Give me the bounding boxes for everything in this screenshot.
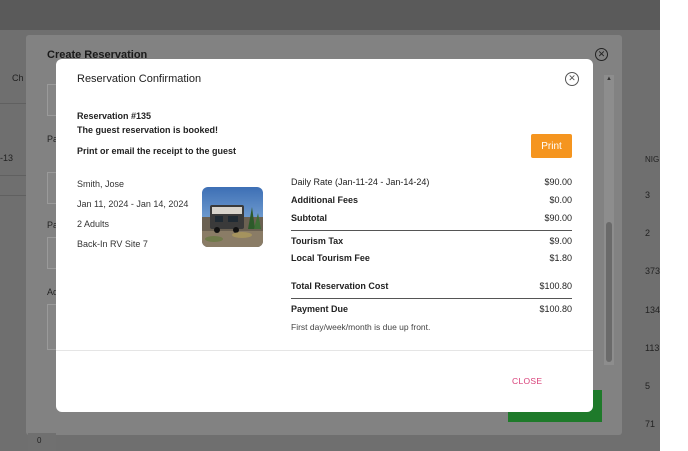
payment-due-value: $100.80 [539,304,572,314]
local-tourism-fee-value: $1.80 [549,253,572,263]
background-cell: 2 [645,228,651,238]
booked-message: The guest reservation is booked! [77,125,219,135]
subtotal-label: Subtotal [291,213,327,223]
additional-fees-value: $0.00 [549,195,572,205]
background-column-header: NIG [645,155,660,164]
guest-count: 2 Adults [77,219,110,229]
reservation-confirmation-modal: Reservation Confirmation ✕ Reservation #… [56,59,593,412]
background-cell: 0 [37,436,42,445]
close-button[interactable]: CLOSE [512,376,542,386]
scroll-up-icon[interactable]: ▲ [606,76,612,82]
daily-rate-label: Daily Rate (Jan-11-24 - Jan-14-24) [291,177,430,187]
close-icon[interactable]: ✕ [565,72,579,86]
site-name: Back-In RV Site 7 [77,239,148,249]
background-label: Ch [12,73,24,83]
background-cell: 3 [645,190,651,200]
total-cost-value: $100.80 [539,281,572,291]
print-message: Print or email the receipt to the guest [77,146,237,156]
stay-dates: Jan 11, 2024 - Jan 14, 2024 [77,199,189,209]
cost-divider [291,230,572,231]
print-button[interactable]: Print [531,134,572,158]
local-tourism-fee-label: Local Tourism Fee [291,253,370,263]
background-cell: 113 [645,343,660,353]
additional-fees-label: Additional Fees [291,195,359,205]
total-cost-label: Total Reservation Cost [291,281,389,291]
background-row-label: -13 [0,153,14,163]
reservation-number: Reservation #135 [77,111,152,121]
background-right-strip [660,0,688,451]
close-icon[interactable]: ✕ [595,48,608,61]
scrollbar-thumb[interactable] [606,222,612,362]
guest-name: Smith, Jose [77,179,125,189]
daily-rate-value: $90.00 [544,177,572,187]
background-cell: 373 [645,266,661,276]
subtotal-value: $90.00 [544,213,572,223]
background-cell-box [28,433,56,451]
background-cell: 5 [645,381,651,391]
payment-due-label: Payment Due [291,304,349,314]
tourism-tax-value: $9.00 [549,236,572,246]
modal-title: Reservation Confirmation [77,73,202,85]
footer-divider [56,350,593,351]
tourism-tax-label: Tourism Tax [291,236,344,246]
rv-photo [202,187,263,247]
cost-divider [291,298,572,299]
background-topbar [0,0,660,30]
payment-note: First day/week/month is due up front. [291,322,431,332]
background-cell: 134 [645,305,661,315]
background-cell: 71 [645,419,656,429]
